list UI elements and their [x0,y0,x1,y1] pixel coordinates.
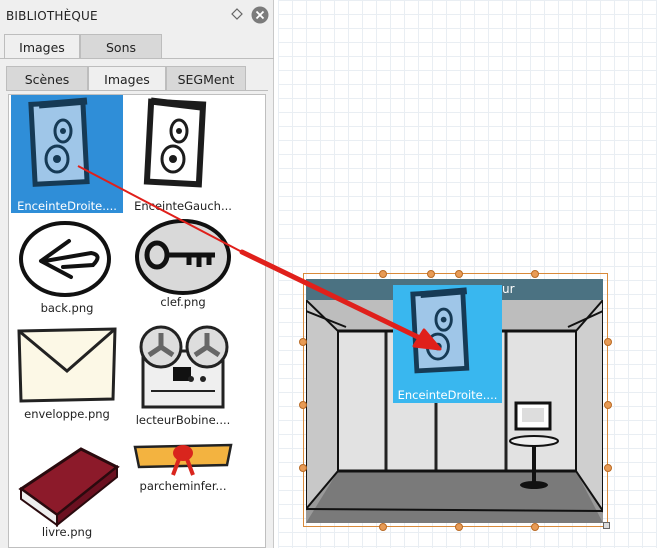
drag-arrow [77,165,442,351]
app-window: BIBLIOTHÈQUE Images Sons Scènes Images S… [0,0,657,548]
